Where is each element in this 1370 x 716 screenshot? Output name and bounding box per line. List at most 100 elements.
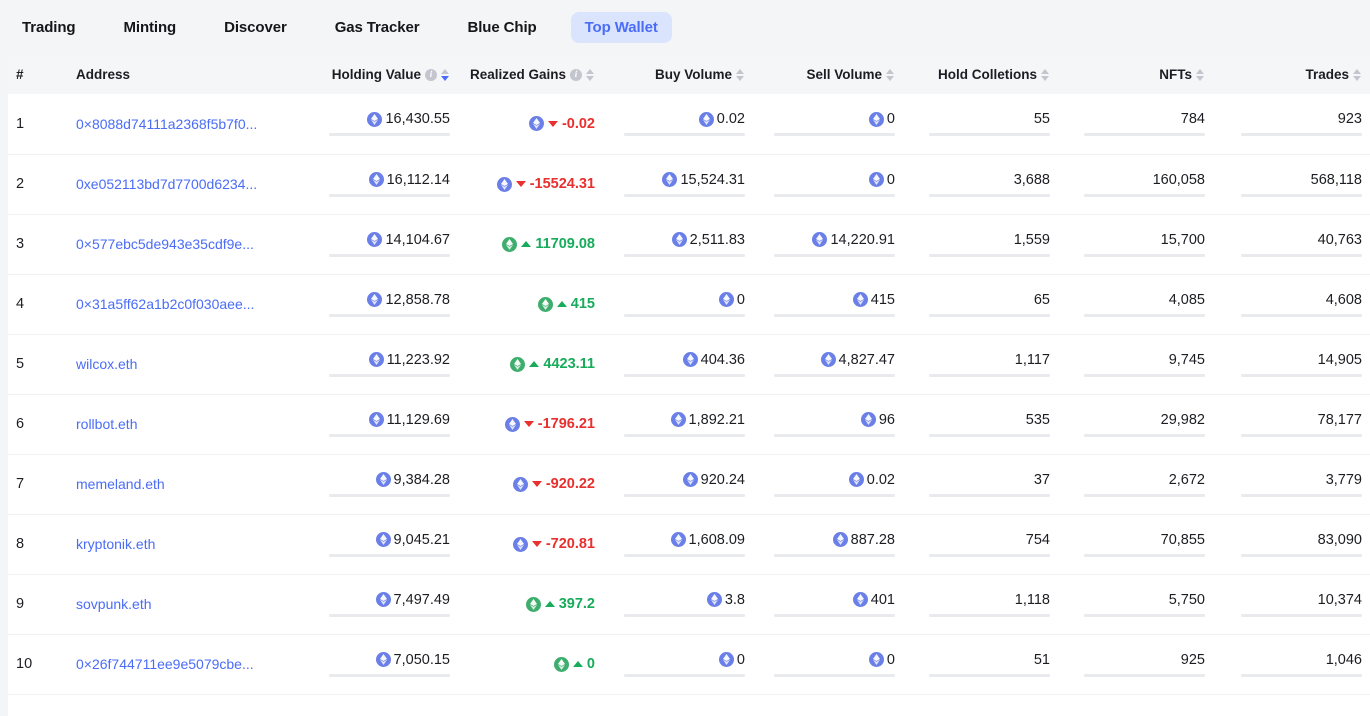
- metric-value-gains: 4423.11: [510, 356, 595, 372]
- metric-value-trades: 1,046: [1326, 652, 1362, 668]
- metric-value-gains: -1796.21: [505, 416, 595, 432]
- table-row[interactable]: 5wilcox.eth11,223.924423.11404.364,827.4…: [8, 334, 1370, 394]
- progress-bar-nfts: [1084, 314, 1205, 317]
- nav-item-minting[interactable]: Minting: [109, 12, 190, 43]
- table-row[interactable]: 100×26f744711ee9e5079cbe...7,050.1500051…: [8, 634, 1370, 694]
- wallet-address-link[interactable]: 0×8088d74111a2368f5b7f0...: [76, 116, 300, 132]
- sort-toggle-icon[interactable]: [586, 69, 595, 81]
- value-text: -1796.21: [538, 416, 595, 432]
- wallet-address-link[interactable]: 0×31a5ff62a1b2c0f030aee...: [76, 296, 300, 312]
- cell-holding-value: 9,045.21: [308, 514, 458, 574]
- nav-item-discover[interactable]: Discover: [210, 12, 301, 43]
- sort-toggle-icon[interactable]: [886, 69, 895, 81]
- cell-hold-collections: 535: [903, 394, 1058, 454]
- sort-toggle-icon[interactable]: [1353, 69, 1362, 81]
- trend-up-icon: [521, 241, 531, 247]
- progress-bar-trades: [1241, 374, 1362, 377]
- eth-currency-icon: [502, 237, 517, 252]
- column-header-nfts[interactable]: NFTs: [1058, 55, 1213, 94]
- table-row[interactable]: 7memeland.eth9,384.28-920.22920.240.0237…: [8, 454, 1370, 514]
- nav-item-top-wallet[interactable]: Top Wallet: [571, 12, 672, 43]
- info-icon[interactable]: i: [570, 69, 582, 81]
- wallet-address-link[interactable]: 0xe052113bd7d7700d6234...: [76, 176, 300, 192]
- nav-item-blue-chip[interactable]: Blue Chip: [454, 12, 551, 43]
- wallet-address-link[interactable]: 0×577ebc5de943e35cdf9e...: [76, 236, 300, 252]
- column-header-trades[interactable]: Trades: [1213, 55, 1370, 94]
- table-row[interactable]: 40×31a5ff62a1b2c0f030aee...12,858.784150…: [8, 274, 1370, 334]
- info-icon[interactable]: i: [425, 69, 437, 81]
- wallet-address-link[interactable]: kryptonik.eth: [76, 536, 300, 552]
- table-row[interactable]: 20xe052113bd7d7700d6234...16,112.14-1552…: [8, 154, 1370, 214]
- eth-currency-icon: [538, 297, 553, 312]
- trend-down-icon: [548, 121, 558, 127]
- value-text: 4,085: [1169, 292, 1205, 308]
- rank-number: 8: [16, 536, 24, 552]
- rank-number: 10: [16, 656, 32, 672]
- column-header-label-coll: Hold Colletions: [938, 67, 1037, 82]
- metric-value-holding: 16,430.55: [367, 111, 450, 127]
- eth-currency-icon: [849, 472, 864, 487]
- column-header-label-rank: #: [16, 67, 24, 82]
- value-text: 0: [887, 652, 895, 668]
- column-header-holding[interactable]: Holding Valuei: [308, 55, 458, 94]
- table-row[interactable]: 10×8088d74111a2368f5b7f0...16,430.55-0.0…: [8, 94, 1370, 154]
- progress-bar-trades: [1241, 314, 1362, 317]
- cell-sell-volume: 887.28: [753, 514, 903, 574]
- column-header-buy[interactable]: Buy Volume: [603, 55, 753, 94]
- trend-up-icon: [557, 301, 567, 307]
- wallet-address-link[interactable]: rollbot.eth: [76, 416, 300, 432]
- value-text: 70,855: [1161, 532, 1205, 548]
- metric-value-coll: 65: [1034, 292, 1050, 308]
- column-header-coll[interactable]: Hold Colletions: [903, 55, 1058, 94]
- value-text: 96: [879, 412, 895, 428]
- table-row[interactable]: 6rollbot.eth11,129.69-1796.211,892.21965…: [8, 394, 1370, 454]
- progress-bar-sell: [774, 194, 895, 197]
- cell-realized-gains: 397.2: [458, 574, 603, 634]
- cell-hold-collections: 754: [903, 514, 1058, 574]
- metric-value-sell: 415: [853, 292, 895, 308]
- metric-gains: -1796.21: [466, 416, 595, 432]
- cell-nfts: 784: [1058, 94, 1213, 154]
- cell-buy-volume: 404.36: [603, 334, 753, 394]
- metric-value-sell: 0.02: [849, 472, 895, 488]
- nav-item-gas-tracker[interactable]: Gas Tracker: [321, 12, 434, 43]
- metric-value-coll: 3,688: [1014, 172, 1050, 188]
- metric-holding: 12,858.78: [316, 292, 450, 317]
- wallet-address-link[interactable]: 0×26f744711ee9e5079cbe...: [76, 656, 300, 672]
- metric-holding: 16,112.14: [316, 172, 450, 197]
- sort-toggle-icon[interactable]: [441, 69, 450, 81]
- metric-sell: 0: [761, 652, 895, 677]
- sort-toggle-icon[interactable]: [1041, 69, 1050, 81]
- wallet-address-link[interactable]: sovpunk.eth: [76, 596, 300, 612]
- cell-holding-value: 11,129.69: [308, 394, 458, 454]
- wallet-address-link[interactable]: memeland.eth: [76, 476, 300, 492]
- metric-value-coll: 1,559: [1014, 232, 1050, 248]
- table-row[interactable]: 30×577ebc5de943e35cdf9e...14,104.6711709…: [8, 214, 1370, 274]
- value-text: 415: [871, 292, 895, 308]
- rank-number: 2: [16, 176, 24, 192]
- wallet-address-link[interactable]: wilcox.eth: [76, 356, 300, 372]
- metric-gains: -0.02: [466, 116, 595, 132]
- eth-currency-icon: [671, 412, 686, 427]
- metric-holding: 14,104.67: [316, 232, 450, 257]
- progress-bar-trades: [1241, 434, 1362, 437]
- cell-rank: 3: [8, 214, 68, 274]
- metric-value-buy: 404.36: [683, 352, 745, 368]
- metric-sell: 4,827.47: [761, 352, 895, 377]
- eth-currency-icon: [821, 352, 836, 367]
- metric-coll: 65: [911, 292, 1050, 317]
- column-header-gains[interactable]: Realized Gainsi: [458, 55, 603, 94]
- eth-currency-icon: [869, 112, 884, 127]
- progress-bar-coll: [929, 674, 1050, 677]
- progress-bar-sell: [774, 434, 895, 437]
- sort-toggle-icon[interactable]: [736, 69, 745, 81]
- table-row[interactable]: 8kryptonik.eth9,045.21-720.811,608.09887…: [8, 514, 1370, 574]
- value-text: 3.8: [725, 592, 745, 608]
- column-header-sell[interactable]: Sell Volume: [753, 55, 903, 94]
- sort-toggle-icon[interactable]: [1196, 69, 1205, 81]
- table-row[interactable]: 9sovpunk.eth7,497.49397.23.84011,1185,75…: [8, 574, 1370, 634]
- nav-item-trading[interactable]: Trading: [8, 12, 89, 43]
- column-header-label-nfts: NFTs: [1159, 67, 1192, 82]
- eth-currency-icon: [707, 592, 722, 607]
- metric-value-trades: 568,118: [1311, 172, 1362, 188]
